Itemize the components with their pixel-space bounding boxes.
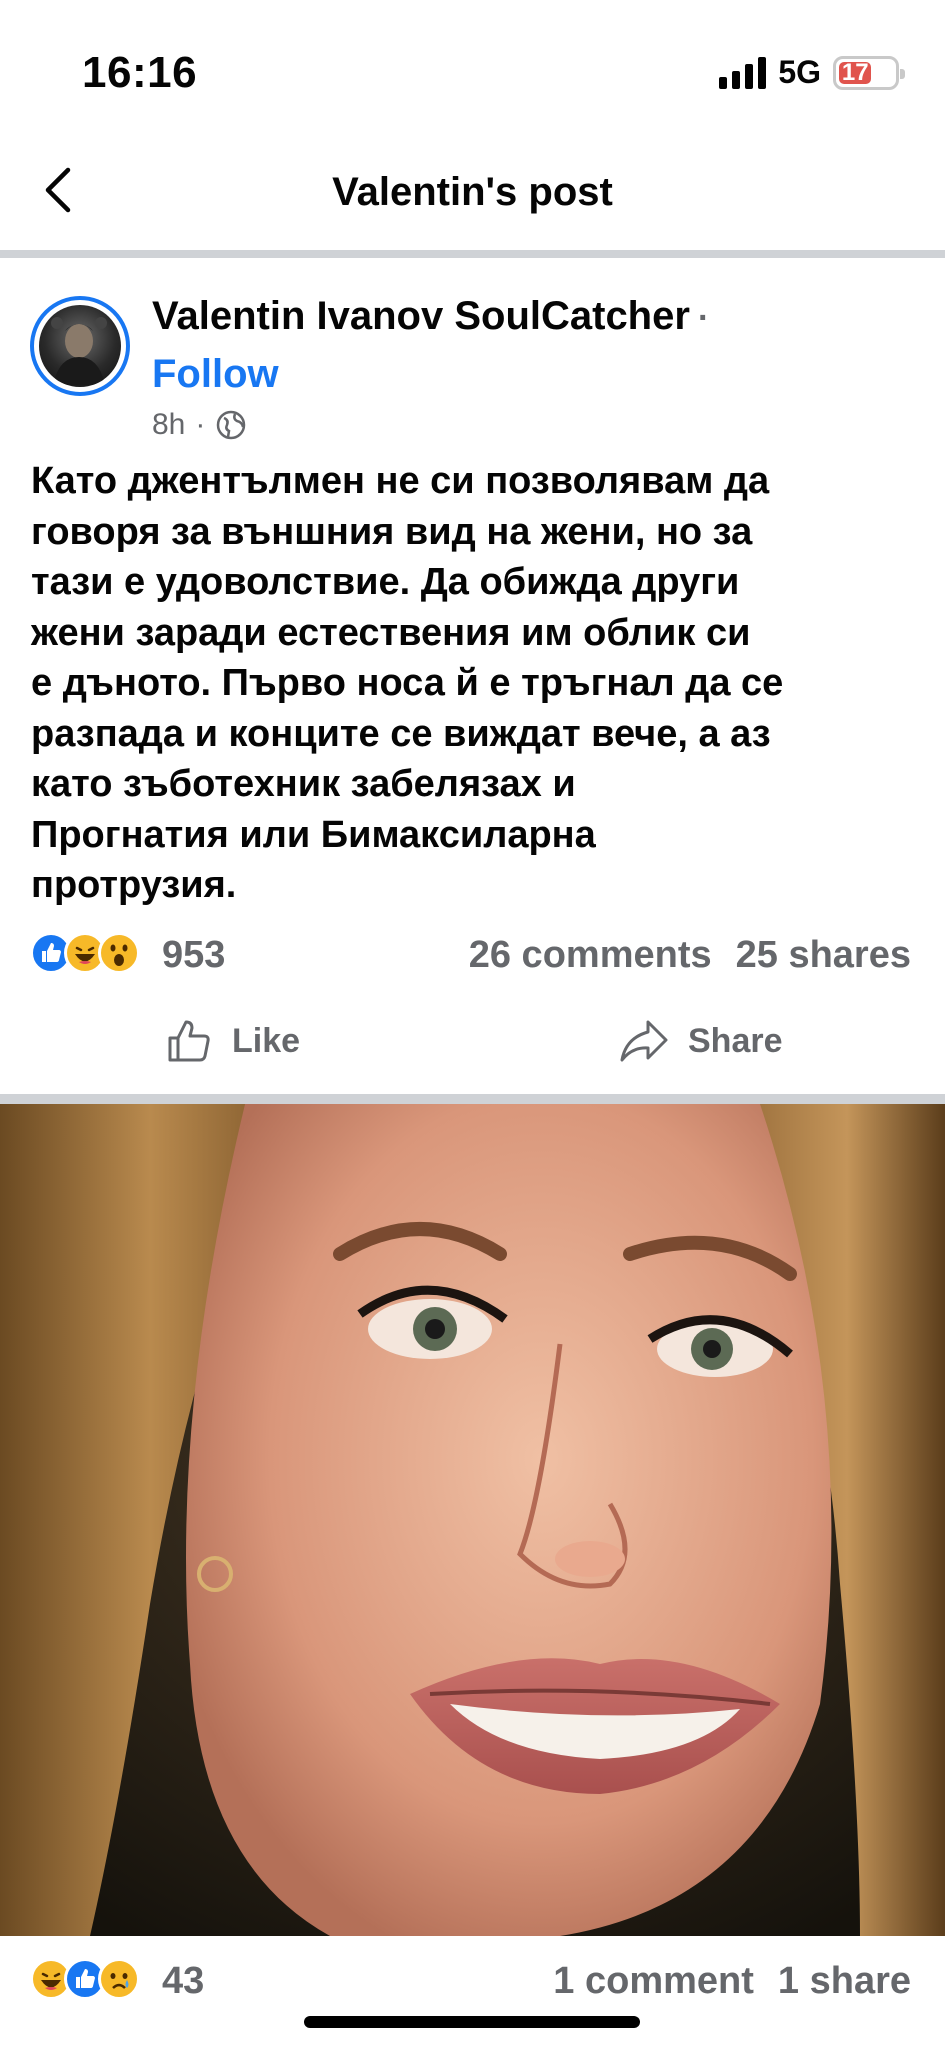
nav-bar: Valentin's post <box>0 140 945 258</box>
name-separator: · <box>697 299 710 337</box>
battery-icon: 17 <box>833 55 905 90</box>
status-time: 16:16 <box>82 48 198 97</box>
post-text: Като джентълмен не си позволявам да гово… <box>31 460 784 906</box>
like-button[interactable]: Like <box>164 1016 300 1066</box>
comments-count[interactable]: 26 comments <box>469 934 712 977</box>
share-label: Share <box>688 1021 783 1060</box>
author-name-text: Valentin Ivanov SoulCatcher <box>152 294 690 338</box>
network-type: 5G <box>778 54 821 90</box>
share-button[interactable]: Share <box>618 1016 783 1066</box>
post-time[interactable]: 8h <box>152 408 185 442</box>
status-indicators: 5G 17 <box>719 54 905 91</box>
reactions-summary[interactable]: 953 26 comments 25 shares <box>0 922 945 986</box>
like-label: Like <box>232 1021 301 1060</box>
meta-separator: · <box>195 408 206 441</box>
next-post-stats: 1 comment 1 share <box>553 1960 911 2003</box>
reaction-icons <box>30 932 140 974</box>
next-reaction-icons <box>30 1958 140 2000</box>
page-title: Valentin's post <box>332 170 613 214</box>
next-shares-count[interactable]: 1 share <box>778 1960 911 2003</box>
wow-reaction-icon <box>98 932 140 974</box>
section-divider <box>0 1094 945 1104</box>
reaction-count: 953 <box>162 934 226 976</box>
globe-icon <box>217 410 246 440</box>
thumbs-up-icon <box>168 1020 210 1062</box>
share-arrow-icon <box>620 1020 668 1062</box>
next-reaction-count: 43 <box>162 1960 205 2002</box>
home-indicator[interactable] <box>304 2016 640 2028</box>
post-stats: 26 comments 25 shares <box>469 934 911 977</box>
post-meta: 8h · <box>152 408 247 442</box>
post-header: Valentin Ivanov SoulCatcher · Follow 8h · <box>0 266 945 446</box>
author-name[interactable]: Valentin Ivanov SoulCatcher · <box>152 294 709 339</box>
battery-level: 17 <box>839 59 872 86</box>
follow-button[interactable]: Follow <box>152 352 279 397</box>
post-image[interactable] <box>0 1104 945 1936</box>
shares-count[interactable]: 25 shares <box>736 934 911 977</box>
avatar[interactable] <box>30 296 130 396</box>
sad-reaction-icon <box>98 1958 140 2000</box>
status-bar: 16:16 5G 17 <box>0 0 945 140</box>
portrait-photo <box>0 1104 945 1936</box>
signal-icon <box>719 56 767 89</box>
post-actions: Like Share <box>0 1008 945 1088</box>
next-comments-count[interactable]: 1 comment <box>553 1960 754 2003</box>
next-post-reactions[interactable]: 43 1 comment 1 share <box>0 1950 945 2020</box>
